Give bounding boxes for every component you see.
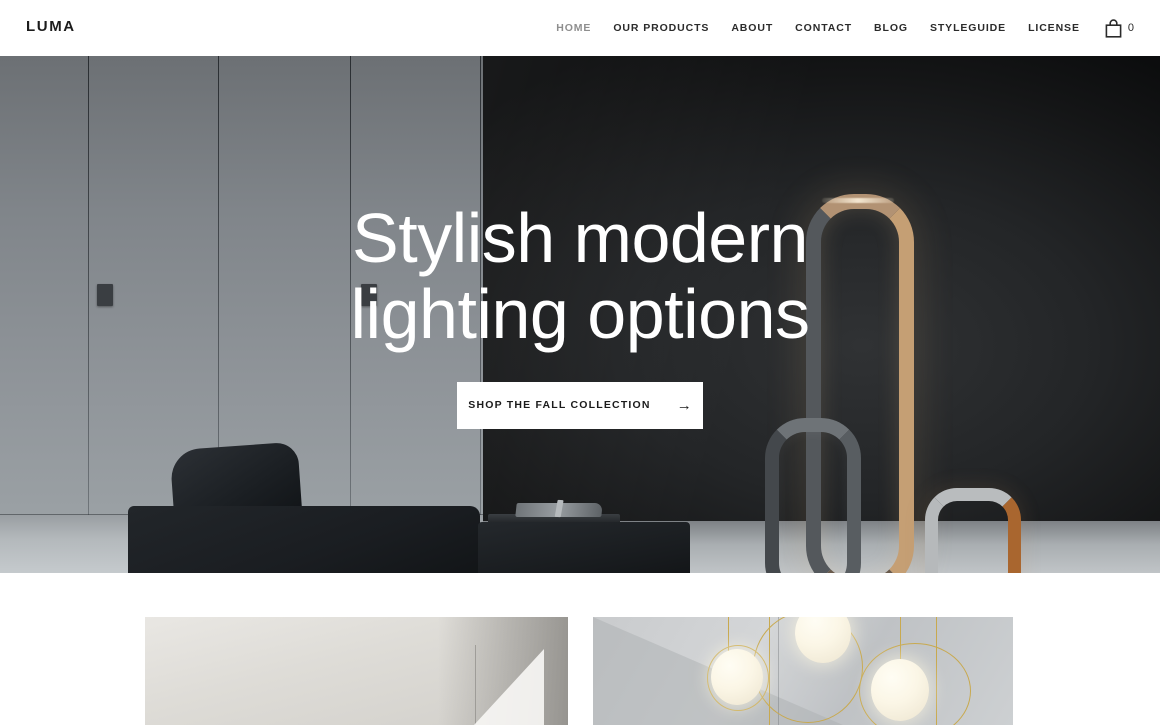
hero-heading: Stylish modern lighting options <box>350 199 811 353</box>
shop-collection-label: SHOP THE FALL COLLECTION <box>468 399 651 412</box>
site-header: LUMA HOME OUR PRODUCTS ABOUT CONTACT BLO… <box>0 0 1160 56</box>
nav-link-contact[interactable]: CONTACT <box>784 23 863 34</box>
pendant-photo <box>593 617 1013 725</box>
product-card-pendants[interactable] <box>593 617 1013 725</box>
nav-link-styleguide[interactable]: STYLEGUIDE <box>919 23 1017 34</box>
product-card-interior[interactable] <box>145 617 568 725</box>
page-root: LUMA HOME OUR PRODUCTS ABOUT CONTACT BLO… <box>0 0 1160 725</box>
nav-link-license[interactable]: LICENSE <box>1017 23 1091 34</box>
shopping-bag-icon <box>1105 18 1122 38</box>
arrow-right-icon: → <box>676 397 692 415</box>
nav-link-home[interactable]: HOME <box>545 23 602 34</box>
primary-navigation: HOME OUR PRODUCTS ABOUT CONTACT BLOG STY… <box>545 0 1134 56</box>
interior-photo <box>145 617 568 725</box>
product-cards-section <box>0 573 1160 725</box>
hero-section: Stylish modern lighting options SHOP THE… <box>0 56 1160 573</box>
nav-link-about[interactable]: ABOUT <box>720 23 784 34</box>
cart-button[interactable]: 0 <box>1091 18 1134 38</box>
nav-link-our-products[interactable]: OUR PRODUCTS <box>602 23 720 34</box>
pendant-globe <box>711 649 763 705</box>
shop-collection-button[interactable]: SHOP THE FALL COLLECTION → <box>457 382 703 430</box>
nav-link-blog[interactable]: BLOG <box>863 23 919 34</box>
cart-count: 0 <box>1127 21 1134 34</box>
hero-content: Stylish modern lighting options SHOP THE… <box>0 56 1160 573</box>
brand-logo[interactable]: LUMA <box>26 19 76 34</box>
pendant-globe <box>871 659 929 721</box>
light-wedge <box>474 649 544 725</box>
